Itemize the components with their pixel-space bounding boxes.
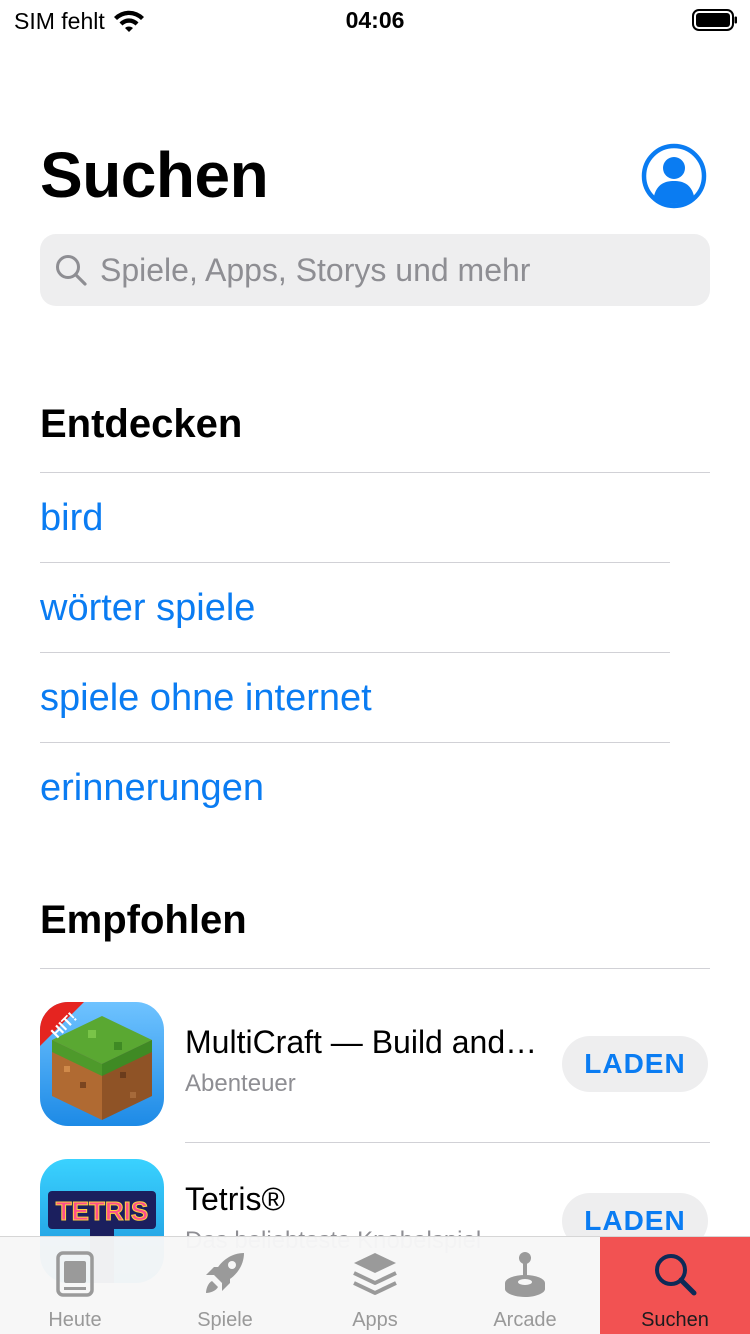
discover-item[interactable]: wörter spiele: [40, 587, 255, 630]
tab-bar: Heute Spiele Apps Arcade Suchen: [0, 1236, 750, 1334]
divider: [40, 742, 670, 743]
layers-icon: [353, 1253, 397, 1295]
tetris-logo: TETRIS: [56, 1196, 148, 1226]
search-icon: [56, 255, 87, 286]
recommended-title: Empfohlen: [40, 898, 247, 942]
joystick-icon: [505, 1252, 545, 1297]
multicraft-app-icon[interactable]: HIT!: [40, 1002, 164, 1126]
discover-item[interactable]: spiele ohne internet: [40, 677, 372, 720]
tab-apps[interactable]: Apps: [300, 1237, 450, 1334]
tab-arcade[interactable]: Arcade: [450, 1237, 600, 1334]
tab-label: Suchen: [641, 1309, 709, 1331]
today-icon: [56, 1251, 94, 1297]
discover-item[interactable]: bird: [40, 497, 103, 540]
tab-label: Arcade: [493, 1309, 557, 1331]
status-bar: SIM fehlt 04:06: [0, 0, 750, 40]
page-title: Suchen: [40, 139, 269, 211]
battery-icon: [692, 9, 737, 31]
tab-label: Heute: [48, 1309, 102, 1331]
divider: [40, 968, 710, 969]
divider: [185, 1142, 710, 1143]
tab-today[interactable]: Heute: [0, 1237, 150, 1334]
clock: 04:06: [345, 7, 405, 33]
discover-title: Entdecken: [40, 402, 243, 446]
tab-games[interactable]: Spiele: [150, 1237, 300, 1334]
app-name[interactable]: Tetris®: [185, 1181, 545, 1218]
divider: [40, 652, 670, 653]
rocket-icon: [206, 1253, 244, 1293]
divider: [40, 562, 670, 563]
search-icon: [655, 1254, 697, 1296]
tab-search[interactable]: Suchen: [600, 1237, 750, 1334]
get-button[interactable]: LADEN: [562, 1036, 708, 1092]
tab-label: Spiele: [197, 1309, 253, 1331]
discover-item[interactable]: erinnerungen: [40, 767, 264, 810]
divider: [40, 472, 710, 473]
account-icon[interactable]: [641, 143, 707, 209]
tab-label: Apps: [352, 1309, 398, 1331]
app-name[interactable]: MultiCraft — Build and Mine!: [185, 1024, 545, 1061]
search-input[interactable]: [100, 251, 680, 289]
app-category: Abenteuer: [185, 1070, 296, 1097]
search-field[interactable]: [40, 234, 710, 306]
